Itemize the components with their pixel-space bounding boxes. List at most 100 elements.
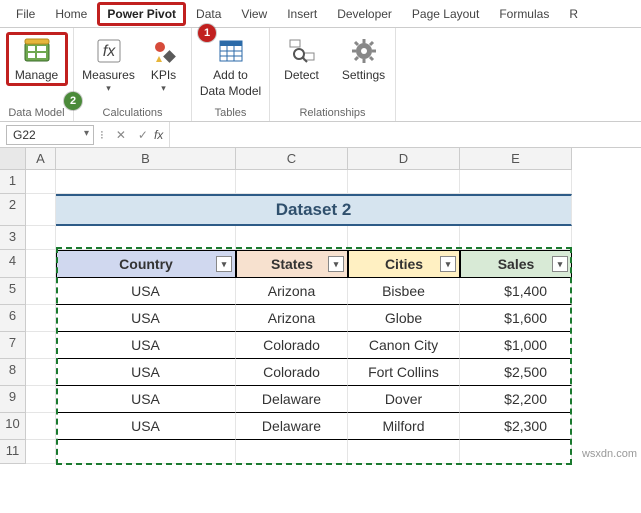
fx-down-icon[interactable]: ⁝ bbox=[94, 128, 110, 142]
col-header-c[interactable]: C bbox=[236, 148, 348, 170]
cell[interactable] bbox=[236, 440, 348, 464]
table-cell[interactable]: $2,300 bbox=[460, 413, 572, 440]
table-header-states[interactable]: States ▾ bbox=[236, 250, 348, 278]
cell[interactable] bbox=[26, 386, 56, 413]
tab-data[interactable]: Data bbox=[186, 2, 231, 25]
filter-button[interactable]: ▾ bbox=[216, 256, 232, 272]
row-header[interactable]: 10 bbox=[0, 413, 26, 440]
table-cell[interactable]: Globe bbox=[348, 305, 460, 332]
table-cell[interactable]: Delaware bbox=[236, 413, 348, 440]
cell[interactable] bbox=[348, 170, 460, 194]
table-cell[interactable]: USA bbox=[56, 413, 236, 440]
filter-button[interactable]: ▾ bbox=[328, 256, 344, 272]
row-header[interactable]: 2 bbox=[0, 194, 26, 226]
cell[interactable] bbox=[26, 413, 56, 440]
table-header-cities[interactable]: Cities ▾ bbox=[348, 250, 460, 278]
table-cell[interactable]: Canon City bbox=[348, 332, 460, 359]
cell[interactable] bbox=[460, 226, 572, 250]
cell[interactable] bbox=[26, 278, 56, 305]
table-cell[interactable]: Arizona bbox=[236, 278, 348, 305]
table-cell[interactable]: Milford bbox=[348, 413, 460, 440]
filter-button[interactable]: ▾ bbox=[440, 256, 456, 272]
row-header[interactable]: 4 bbox=[0, 250, 26, 278]
table-cell[interactable]: $1,400 bbox=[460, 278, 572, 305]
measures-button[interactable]: fx Measures ▾ bbox=[80, 32, 138, 96]
row-header[interactable]: 6 bbox=[0, 305, 26, 332]
cell[interactable] bbox=[26, 359, 56, 386]
dataset-title[interactable]: Dataset 2 bbox=[56, 194, 572, 226]
ribbon: 1 Manage Data Model 2 bbox=[0, 28, 641, 122]
cell[interactable] bbox=[460, 440, 572, 464]
tab-insert[interactable]: Insert bbox=[277, 2, 327, 25]
col-header-b[interactable]: B bbox=[56, 148, 236, 170]
table-cell[interactable]: USA bbox=[56, 332, 236, 359]
row-header[interactable]: 3 bbox=[0, 226, 26, 250]
cell[interactable] bbox=[26, 332, 56, 359]
table-cell[interactable]: USA bbox=[56, 386, 236, 413]
cell[interactable] bbox=[348, 440, 460, 464]
table-cell[interactable]: Colorado bbox=[236, 359, 348, 386]
add-to-data-model-button[interactable]: Add to Data Model bbox=[198, 32, 264, 102]
header-label: Cities bbox=[385, 256, 423, 272]
cell[interactable] bbox=[236, 170, 348, 194]
select-all-corner[interactable] bbox=[0, 148, 26, 170]
table-cell[interactable]: $2,200 bbox=[460, 386, 572, 413]
cancel-icon[interactable]: ✕ bbox=[110, 128, 132, 142]
col-header-a[interactable]: A bbox=[26, 148, 56, 170]
cell[interactable] bbox=[348, 226, 460, 250]
row-header[interactable]: 9 bbox=[0, 386, 26, 413]
col-header-e[interactable]: E bbox=[460, 148, 572, 170]
table-cell[interactable]: USA bbox=[56, 305, 236, 332]
row-header[interactable]: 5 bbox=[0, 278, 26, 305]
tab-file[interactable]: File bbox=[6, 2, 45, 25]
table-cell[interactable]: $1,600 bbox=[460, 305, 572, 332]
table-cell[interactable]: Bisbee bbox=[348, 278, 460, 305]
cell[interactable] bbox=[26, 440, 56, 464]
row-header[interactable]: 7 bbox=[0, 332, 26, 359]
table-cell[interactable]: Arizona bbox=[236, 305, 348, 332]
tab-overflow[interactable]: R bbox=[559, 2, 588, 25]
cell[interactable] bbox=[56, 440, 236, 464]
table-cell[interactable]: Colorado bbox=[236, 332, 348, 359]
cell[interactable] bbox=[56, 226, 236, 250]
tab-home[interactable]: Home bbox=[45, 2, 97, 25]
tab-power-pivot[interactable]: Power Pivot bbox=[97, 2, 186, 26]
table-cell[interactable]: Fort Collins bbox=[348, 359, 460, 386]
settings-button[interactable]: Settings bbox=[335, 32, 393, 86]
table-cell[interactable]: USA bbox=[56, 359, 236, 386]
row-header[interactable]: 1 bbox=[0, 170, 26, 194]
cell[interactable] bbox=[26, 226, 56, 250]
tab-view[interactable]: View bbox=[231, 2, 277, 25]
table-cell[interactable]: $2,500 bbox=[460, 359, 572, 386]
detect-button[interactable]: Detect bbox=[273, 32, 331, 86]
tab-developer[interactable]: Developer bbox=[327, 2, 402, 25]
add-to-dm-label-2: Data Model bbox=[200, 85, 261, 99]
table-header-sales[interactable]: Sales ▾ bbox=[460, 250, 572, 278]
fx-icon[interactable]: fx bbox=[154, 128, 169, 142]
table-cell[interactable]: $1,000 bbox=[460, 332, 572, 359]
worksheet-grid[interactable]: A B C D E 1 2 Dataset 2 3 4 Country ▾ St… bbox=[0, 148, 641, 464]
cell[interactable] bbox=[236, 226, 348, 250]
row-header[interactable]: 8 bbox=[0, 359, 26, 386]
cell[interactable] bbox=[26, 170, 56, 194]
table-header-country[interactable]: Country ▾ bbox=[56, 250, 236, 278]
table-cell[interactable]: Delaware bbox=[236, 386, 348, 413]
cell[interactable] bbox=[460, 170, 572, 194]
cell[interactable] bbox=[56, 170, 236, 194]
confirm-icon[interactable]: ✓ bbox=[132, 128, 154, 142]
row-header[interactable]: 11 bbox=[0, 440, 26, 464]
name-box[interactable]: G22 bbox=[6, 125, 94, 145]
manage-button[interactable]: Manage bbox=[6, 32, 68, 86]
table-cell[interactable]: USA bbox=[56, 278, 236, 305]
measures-icon: fx bbox=[93, 35, 125, 67]
formula-input[interactable] bbox=[169, 122, 641, 147]
cell[interactable] bbox=[26, 305, 56, 332]
cell[interactable] bbox=[26, 194, 56, 226]
col-header-d[interactable]: D bbox=[348, 148, 460, 170]
table-cell[interactable]: Dover bbox=[348, 386, 460, 413]
filter-button[interactable]: ▾ bbox=[552, 256, 568, 272]
tab-formulas[interactable]: Formulas bbox=[489, 2, 559, 25]
cell[interactable] bbox=[26, 250, 56, 278]
tab-page-layout[interactable]: Page Layout bbox=[402, 2, 489, 25]
kpis-button[interactable]: KPIs ▾ bbox=[142, 32, 186, 96]
